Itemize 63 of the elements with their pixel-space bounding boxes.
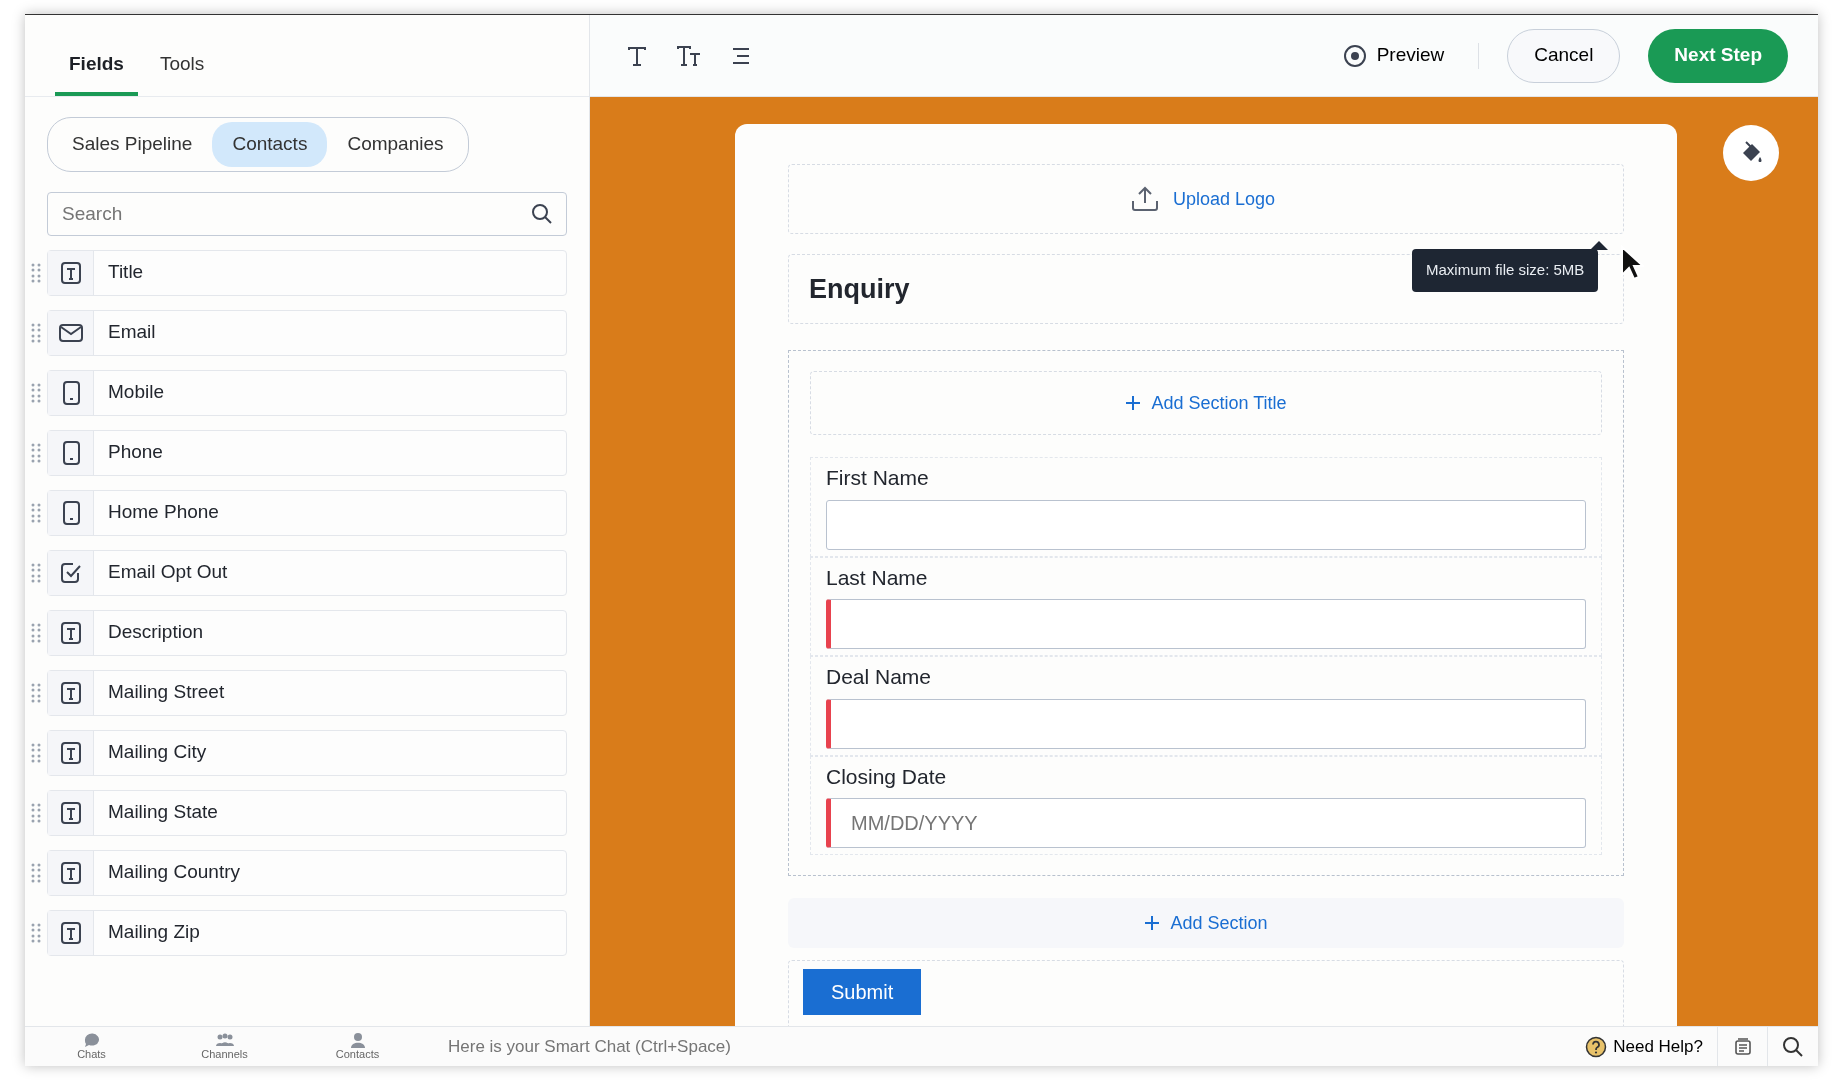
cancel-button[interactable]: Cancel bbox=[1507, 28, 1621, 83]
drag-handle-icon[interactable] bbox=[31, 562, 41, 583]
drag-handle-icon[interactable] bbox=[31, 802, 41, 823]
add-section-title-link[interactable]: Add Section Title bbox=[1119, 388, 1293, 418]
add-section-link[interactable]: Add Section bbox=[1138, 908, 1274, 938]
plus-icon bbox=[1144, 915, 1161, 931]
drag-handle-icon[interactable] bbox=[31, 742, 41, 763]
drag-handle-icon[interactable] bbox=[31, 322, 41, 343]
next-step-button[interactable]: Next Step bbox=[1648, 28, 1788, 83]
search-icon bbox=[531, 202, 553, 225]
help-icon bbox=[1585, 1035, 1608, 1058]
people-icon bbox=[214, 1032, 235, 1049]
tooltip: Maximum file size: 5MB bbox=[1412, 249, 1599, 292]
preview-button[interactable]: Preview bbox=[1336, 40, 1451, 71]
text-size-icon[interactable] bbox=[676, 44, 702, 67]
bottom-tab[interactable]: Contacts bbox=[291, 1027, 424, 1066]
plus-icon bbox=[1125, 395, 1142, 411]
drag-handle-icon[interactable] bbox=[31, 382, 41, 403]
paint-bucket-icon[interactable] bbox=[1723, 125, 1779, 181]
drag-handle-icon[interactable] bbox=[31, 682, 41, 703]
sidebar-tab[interactable]: Fields bbox=[55, 49, 138, 96]
field-item[interactable]: Mailing Street bbox=[47, 669, 567, 716]
drag-handle-icon[interactable] bbox=[31, 262, 41, 283]
upload-logo-link[interactable]: Upload Logo bbox=[1166, 184, 1282, 214]
drag-handle-icon[interactable] bbox=[31, 502, 41, 523]
input-field[interactable] bbox=[826, 599, 1586, 649]
field-label: Closing Date bbox=[826, 763, 948, 790]
field-item[interactable]: Email bbox=[47, 309, 567, 356]
module-tab[interactable]: Sales Pipeline bbox=[52, 122, 213, 167]
submit-button[interactable]: Submit bbox=[803, 969, 922, 1015]
tooltip-arrow-icon bbox=[1590, 241, 1608, 250]
search-field[interactable]: Search bbox=[47, 191, 567, 236]
field-item[interactable]: Mailing State bbox=[47, 789, 567, 836]
field-item[interactable]: Email Opt Out bbox=[47, 549, 567, 596]
sidebar-tab[interactable]: Tools bbox=[145, 49, 219, 96]
eye-icon bbox=[1342, 43, 1367, 68]
input-field[interactable] bbox=[826, 698, 1586, 749]
drag-handle-icon[interactable] bbox=[31, 922, 41, 943]
field-item[interactable]: Title bbox=[47, 249, 567, 296]
text-icon[interactable] bbox=[626, 44, 648, 67]
bottom-tab[interactable]: Chats bbox=[25, 1027, 158, 1066]
field-item[interactable]: Mailing Zip bbox=[47, 909, 567, 956]
upload-icon bbox=[1130, 186, 1159, 212]
module-tab[interactable]: Companies bbox=[327, 122, 464, 167]
field-label: Deal Name bbox=[826, 664, 933, 690]
chat-input[interactable]: Here is your Smart Chat (Ctrl+Space) bbox=[434, 1027, 1572, 1066]
field-item[interactable]: Mailing Country bbox=[47, 849, 567, 896]
field-item[interactable]: Mailing City bbox=[47, 729, 567, 776]
drag-handle-icon[interactable] bbox=[31, 862, 41, 883]
drag-handle-icon[interactable] bbox=[31, 622, 41, 643]
field-item[interactable]: Phone bbox=[47, 429, 567, 476]
field-item[interactable]: Description bbox=[47, 609, 567, 656]
input-field[interactable] bbox=[826, 499, 1586, 550]
input-field[interactable]: MM/DD/YYYY bbox=[826, 798, 1586, 848]
field-label: Last Name bbox=[826, 564, 929, 591]
module-tab[interactable]: Contacts bbox=[212, 122, 328, 167]
form-title: Enquiry bbox=[809, 272, 910, 306]
field-label: First Name bbox=[826, 465, 930, 491]
need-help-button[interactable]: Need Help? bbox=[1571, 1027, 1718, 1066]
field-item[interactable]: Mobile bbox=[47, 369, 567, 416]
drag-handle-icon[interactable] bbox=[31, 442, 41, 463]
field-item[interactable]: Home Phone bbox=[47, 489, 567, 536]
bottom-tab[interactable]: Channels bbox=[158, 1027, 291, 1066]
